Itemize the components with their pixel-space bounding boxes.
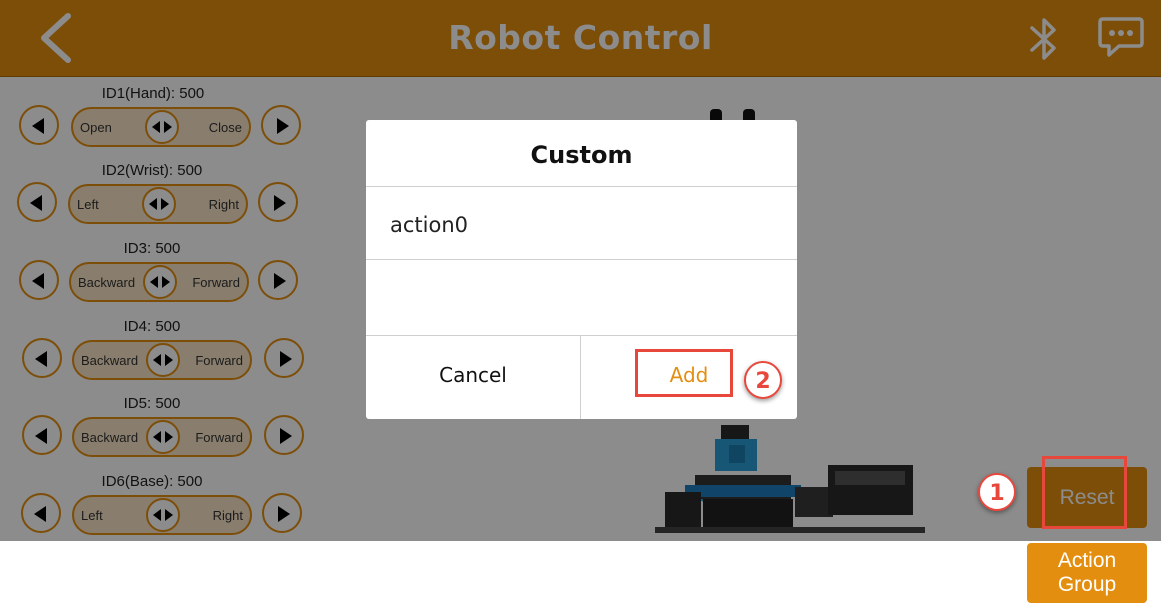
step-1-badge: 1 (978, 473, 1016, 511)
dialog-spacer (366, 260, 797, 336)
step-2-badge: 2 (744, 361, 782, 399)
action-group-label-line1: Action (1057, 549, 1117, 572)
action-group-button[interactable]: Action Group (1027, 543, 1147, 603)
svg-text:1: 1 (989, 481, 1004, 506)
action-group-highlight-box (1042, 456, 1127, 529)
action-name-input[interactable]: action0 (366, 187, 797, 260)
cancel-button[interactable]: Cancel (366, 336, 581, 419)
action-group-label-line2: Group (1057, 573, 1117, 596)
dialog-title: Custom (366, 120, 797, 187)
add-highlight-box (635, 349, 733, 397)
svg-text:2: 2 (755, 369, 770, 394)
